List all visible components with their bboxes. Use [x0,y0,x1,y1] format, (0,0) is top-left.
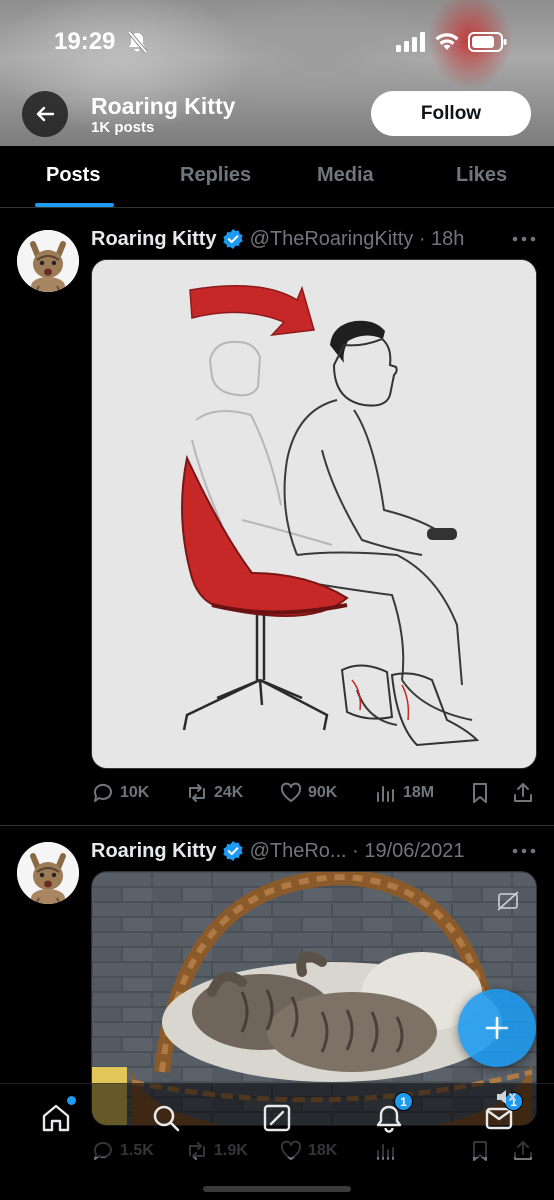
author-handle[interactable]: @TheRo... [250,840,347,863]
tweet-timestamp[interactable]: 19/06/2021 [364,840,464,863]
view-count: 18M [403,784,435,801]
home-icon [42,1104,70,1132]
home-indicator [203,1186,351,1192]
tweet-timestamp[interactable]: 18h [431,228,464,251]
views-chart-icon [377,786,394,802]
views-button[interactable]: 18M [374,781,434,805]
active-tab-indicator [35,203,114,207]
battery-icon [468,32,507,52]
notifications-badge: 1 [394,1092,413,1111]
tweet-image[interactable] [91,259,537,769]
verified-badge-icon [222,229,243,249]
grok-icon [263,1104,291,1132]
status-time: 19:29 [54,28,116,55]
like-count: 90K [308,784,338,801]
tab-replies[interactable]: Replies [180,164,251,187]
share-button[interactable] [511,781,535,810]
arrow-left-icon [36,106,55,122]
bell-off-icon [127,30,148,54]
more-options-icon[interactable] [512,848,536,854]
bottom-navigation-bar: 1 1 [0,1083,554,1157]
nav-search[interactable] [148,1100,184,1136]
nav-grok[interactable] [259,1100,295,1136]
avatar[interactable] [17,842,79,904]
verified-badge-icon [222,841,243,861]
author-handle[interactable]: @TheRoaringKitty [250,228,414,251]
avatar[interactable] [17,230,79,292]
nav-notifications[interactable]: 1 [371,1092,413,1136]
compose-post-button[interactable] [458,989,536,1067]
profile-post-count: 1K posts [91,119,155,136]
author-name[interactable]: Roaring Kitty [91,228,217,251]
wifi-icon [435,33,459,50]
tweet-header: Roaring Kitty @TheRo... · 19/06/2021 [91,838,464,864]
tweet-header: Roaring Kitty @TheRoaringKitty · 18h [91,226,464,252]
status-bar: 19:29 [0,22,554,62]
separator-dot: · [413,227,432,250]
tweet-divider [0,825,554,826]
tab-media[interactable]: Media [317,164,374,187]
separator-dot: · [346,839,365,862]
cellular-signal-icon [396,32,425,52]
bookmark-button[interactable] [468,781,492,810]
like-button[interactable]: 90K [279,781,337,805]
tweet-actions: 10K 24K 90K 18M [91,781,537,807]
follow-button[interactable]: Follow [371,91,531,136]
heart-icon [280,782,302,802]
repost-button[interactable]: 24K [185,781,243,805]
author-name[interactable]: Roaring Kitty [91,840,217,863]
gamer-sketch-illustration [92,260,536,768]
share-icon [514,783,532,802]
video-mute-icon[interactable] [494,1086,518,1108]
tab-posts[interactable]: Posts [46,164,100,187]
repost-count: 24K [214,784,244,801]
kitten-avatar-icon [17,230,79,292]
tab-likes[interactable]: Likes [456,164,507,187]
profile-tabs: Posts Replies Media Likes [0,146,554,208]
bookmark-icon [473,783,487,803]
reply-icon [93,783,112,802]
search-icon [153,1105,180,1132]
profile-name: Roaring Kitty [91,93,236,119]
reply-count: 10K [120,784,150,801]
kitten-avatar-icon [17,842,79,904]
home-unread-dot [67,1096,76,1105]
repost-icon [189,784,205,802]
more-options-icon[interactable] [512,236,536,242]
plus-icon [485,1016,509,1040]
reply-button[interactable]: 10K [91,781,149,805]
back-button[interactable] [22,91,68,137]
nav-home[interactable] [38,1096,76,1136]
